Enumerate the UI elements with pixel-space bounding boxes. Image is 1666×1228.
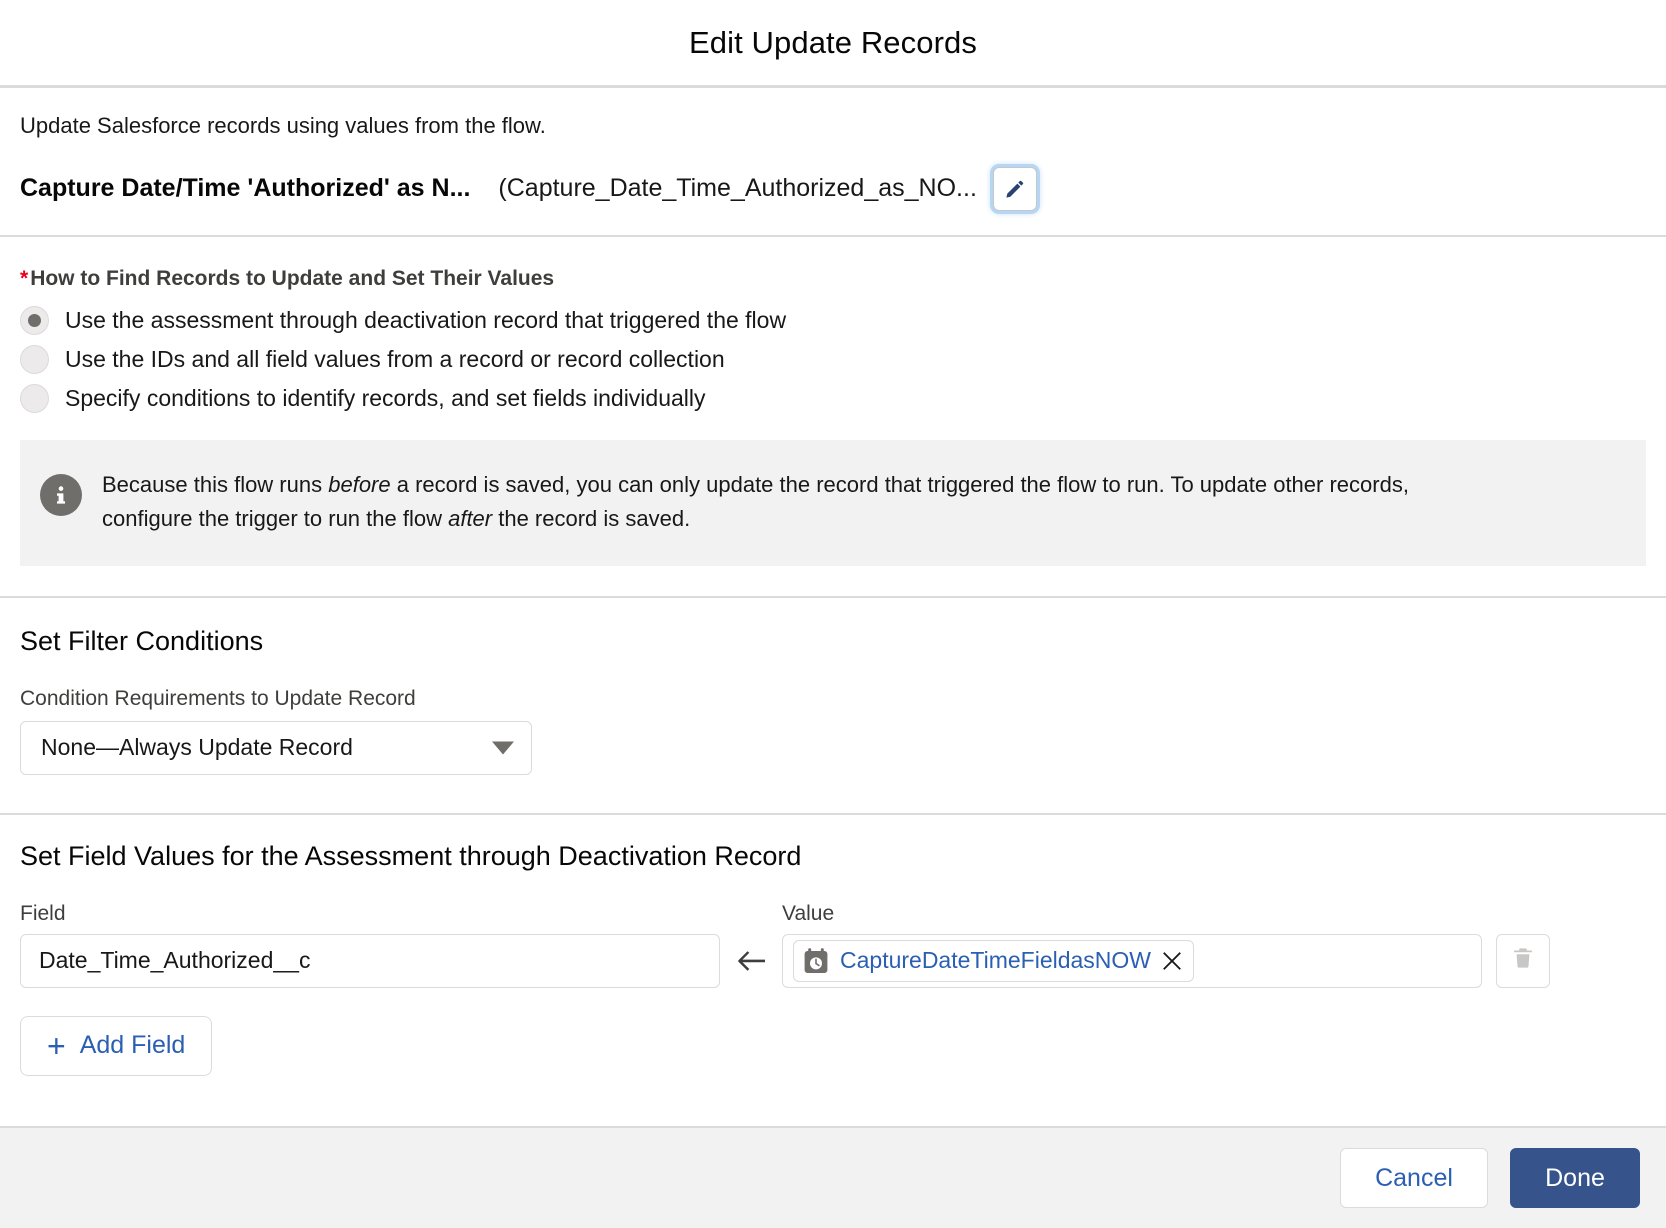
find-records-section: *How to Find Records to Update and Set T…	[0, 237, 1666, 416]
info-callout-text: Because this flow runs before a record i…	[102, 468, 1492, 536]
info-text-part-1: Because this flow runs	[102, 471, 329, 497]
info-callout: Because this flow runs before a record i…	[20, 439, 1646, 566]
cancel-button[interactable]: Cancel	[1340, 1148, 1488, 1208]
radio-option-ids-and-field-values[interactable]: Use the IDs and all field values from a …	[20, 342, 1646, 377]
edit-label-button[interactable]	[992, 166, 1037, 211]
add-field-button[interactable]: + Add Field	[20, 1015, 213, 1076]
find-records-label-text: How to Find Records to Update and Set Th…	[30, 266, 555, 290]
date-time-icon	[802, 947, 830, 975]
element-label-row: Capture Date/Time 'Authorized' as N... (…	[20, 166, 1646, 235]
filter-conditions-section: Set Filter Conditions Condition Requirem…	[0, 598, 1666, 775]
value-pill-label: CaptureDateTimeFieldasNOW	[840, 947, 1152, 974]
radio-label: Use the assessment through deactivation …	[65, 306, 787, 333]
field-input[interactable]: Date_Time_Authorized__c	[20, 933, 720, 988]
column-header-spacer	[720, 902, 782, 926]
intro-section: Update Salesforce records using values f…	[0, 88, 1666, 237]
modal-header: Edit Update Records	[0, 0, 1666, 88]
column-header-field: Field	[20, 901, 66, 925]
value-pill[interactable]: CaptureDateTimeFieldasNOW	[793, 939, 1195, 982]
done-button[interactable]: Done	[1510, 1148, 1640, 1208]
radio-option-specify-conditions[interactable]: Specify conditions to identify records, …	[20, 381, 1646, 416]
modal-body: Update Salesforce records using values f…	[0, 88, 1666, 1126]
field-value-row: Date_Time_Authorized__c CaptureDateTimeF…	[20, 933, 1646, 988]
info-text-part-3: the record is saved.	[492, 505, 691, 531]
condition-requirements-label: Condition Requirements to Update Record	[20, 686, 416, 710]
value-combobox[interactable]: CaptureDateTimeFieldasNOW	[782, 933, 1482, 988]
arrow-left-icon	[720, 948, 782, 974]
radio-button[interactable]	[20, 344, 49, 374]
radio-button[interactable]	[20, 305, 49, 335]
info-text-emphasis-after: after	[448, 505, 493, 531]
column-header-value: Value	[782, 901, 835, 925]
field-values-column-headers: Field Value	[20, 902, 1646, 926]
page-title: Edit Update Records	[689, 24, 977, 60]
condition-requirements-select[interactable]: None—Always Update Record	[20, 720, 532, 775]
delete-row-button[interactable]	[1496, 933, 1550, 988]
pencil-icon	[1004, 178, 1026, 200]
intro-description: Update Salesforce records using values f…	[20, 113, 546, 138]
edit-update-records-modal: Edit Update Records Update Salesforce re…	[0, 0, 1666, 1228]
radio-button[interactable]	[20, 383, 49, 413]
trash-icon	[1511, 946, 1535, 975]
element-api-name: (Capture_Date_Time_Authorized_as_NO...	[498, 174, 977, 203]
close-icon[interactable]	[1161, 950, 1183, 972]
modal-footer: Cancel Done	[0, 1126, 1666, 1228]
radio-label: Specify conditions to identify records, …	[65, 384, 706, 411]
filter-conditions-heading: Set Filter Conditions	[20, 625, 264, 656]
radio-label: Use the IDs and all field values from a …	[65, 345, 725, 372]
radio-option-triggering-record[interactable]: Use the assessment through deactivation …	[20, 303, 1646, 338]
element-label: Capture Date/Time 'Authorized' as N...	[20, 174, 471, 203]
set-field-values-section: Set Field Values for the Assessment thro…	[0, 815, 1666, 1076]
add-field-label: Add Field	[79, 1031, 186, 1060]
info-icon	[40, 473, 82, 516]
set-field-values-heading: Set Field Values for the Assessment thro…	[20, 840, 802, 871]
plus-icon: +	[47, 1027, 66, 1064]
condition-requirements-select-wrap: None—Always Update Record	[20, 720, 532, 775]
required-asterisk: *	[20, 266, 29, 290]
info-text-emphasis-before: before	[328, 471, 391, 497]
find-records-group-label: *How to Find Records to Update and Set T…	[20, 267, 1646, 291]
